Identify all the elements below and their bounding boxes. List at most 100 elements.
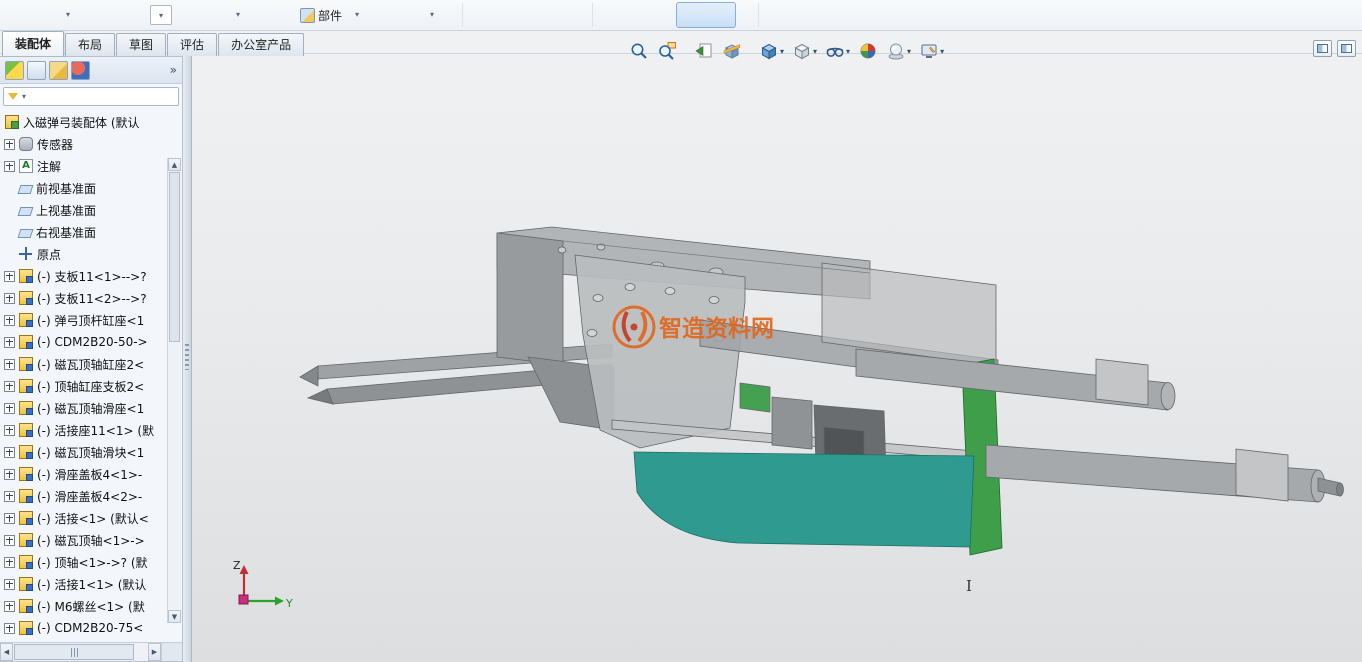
tree-root[interactable]: 入磁弹弓装配体 (默认 [4,111,166,133]
section-view-button[interactable] [720,39,744,63]
tree-item[interactable]: 原点 [4,243,166,265]
display-style-icon [792,41,812,61]
tab-evaluate[interactable]: 评估 [167,33,217,56]
feature-tree: 入磁弹弓装配体 (默认 传感器注解前视基准面上视基准面右视基准面原点(-) 支板… [0,109,182,642]
edit-appearance-button[interactable] [856,39,880,63]
tree-item[interactable]: (-) CDM2B20-50-> [4,331,166,353]
chevron-down-icon[interactable]: ▾ [430,10,434,19]
filter-bar[interactable]: ▾ [3,87,179,106]
insert-component-label[interactable]: 部件 [318,7,342,24]
tree-item[interactable]: (-) 顶杆活接<1 [4,639,166,642]
scroll-right-button[interactable]: ▶ [148,643,161,661]
expand-toggle-icon[interactable] [4,623,15,634]
hide-show-items-button[interactable]: ▾ [823,39,852,63]
tree-item[interactable]: (-) M6螺丝<1> (默 [4,595,166,617]
section-view-icon [722,41,742,61]
tree-item[interactable]: (-) 支板11<1>-->? [4,265,166,287]
expand-toggle-icon[interactable] [4,271,15,282]
tree-item-label: 前视基准面 [36,180,96,197]
tree-item[interactable]: (-) 磁瓦顶轴滑块<1 [4,441,166,463]
ribbon-dropdown[interactable]: ▾ [150,5,172,25]
tab-assembly[interactable]: 装配体 [2,31,64,56]
expand-toggle-icon[interactable] [4,161,15,172]
expand-toggle-icon[interactable] [4,381,15,392]
split-pane-left-button[interactable] [1313,40,1332,57]
previous-view-button[interactable] [692,39,716,63]
edit-appearance-icon [858,41,878,61]
component-icon [19,577,33,591]
tree-item[interactable]: (-) CDM2B20-75< [4,617,166,639]
filter-funnel-icon [8,93,18,100]
component-icon [19,621,33,635]
scroll-left-button[interactable]: ◀ [0,643,13,661]
view-settings-button[interactable]: ▾ [917,39,946,63]
ribbon-separator [758,3,759,27]
tree-item[interactable]: (-) 磁瓦顶轴缸座2< [4,353,166,375]
tree-item[interactable]: (-) 活接1<1> (默认 [4,573,166,595]
component-icon [19,269,33,283]
tree-item[interactable]: (-) 顶轴<1>->? (默 [4,551,166,573]
feature-tree-tab-icon[interactable] [5,61,24,80]
apply-scene-button[interactable]: ▾ [884,39,913,63]
expand-toggle-icon[interactable] [4,601,15,612]
graphics-viewport[interactable]: 智造资料网 Z Y [0,0,1362,662]
tree-item[interactable]: 注解 [4,155,166,177]
tree-vertical-scrollbar[interactable]: ▲ ▼ [167,158,181,623]
hide-show-items-icon [825,41,845,61]
expand-toggle-icon[interactable] [4,293,15,304]
expand-toggle-icon[interactable] [4,491,15,502]
panel-chevron-button[interactable]: » [170,63,177,77]
tree-item[interactable]: (-) 磁瓦顶轴滑座<1 [4,397,166,419]
expand-toggle-icon[interactable] [4,403,15,414]
component-icon [19,291,33,305]
expand-toggle-icon[interactable] [4,447,15,458]
tree-item[interactable]: (-) 滑座盖板4<1>- [4,463,166,485]
expand-toggle-icon[interactable] [4,337,15,348]
display-style-button[interactable]: ▾ [790,39,819,63]
tab-sketch[interactable]: 草图 [116,33,166,56]
tree-item[interactable]: 传感器 [4,133,166,155]
tree-item-label: 传感器 [37,136,73,153]
scroll-thumb[interactable] [169,172,180,342]
expand-toggle-icon[interactable] [4,513,15,524]
tab-office-products[interactable]: 办公室产品 [218,33,304,56]
expand-toggle-icon[interactable] [4,579,15,590]
tree-item[interactable]: (-) 活接座11<1> (默 [4,419,166,441]
expand-toggle-icon[interactable] [4,139,15,150]
split-pane-right-button[interactable] [1337,40,1356,57]
configuration-manager-tab-icon[interactable] [49,61,68,80]
component-icon [19,313,33,327]
zoom-area-button[interactable] [655,39,679,63]
zoom-fit-icon [629,41,649,61]
active-tool-button[interactable] [676,2,736,28]
expand-toggle-icon[interactable] [4,557,15,568]
scroll-thumb[interactable] [14,644,134,660]
chevron-down-icon[interactable]: ▾ [236,10,240,19]
scroll-track[interactable] [13,643,148,661]
expand-toggle-icon[interactable] [4,425,15,436]
chevron-down-icon[interactable]: ▾ [355,10,359,19]
tree-item[interactable]: (-) 弹弓顶杆缸座<1 [4,309,166,331]
scroll-up-button[interactable]: ▲ [168,158,181,171]
zoom-fit-button[interactable] [627,39,651,63]
expand-toggle-icon[interactable] [4,315,15,326]
appearance-manager-tab-icon[interactable] [71,61,90,80]
panel-splitter[interactable] [183,56,192,662]
tree-item[interactable]: (-) 活接<1> (默认< [4,507,166,529]
tab-layout[interactable]: 布局 [65,33,115,56]
property-manager-tab-icon[interactable] [27,61,46,80]
expand-toggle-icon[interactable] [4,359,15,370]
tree-horizontal-scrollbar[interactable]: ◀ ▶ [0,642,182,661]
expand-toggle-icon[interactable] [4,535,15,546]
tree-item[interactable]: 上视基准面 [4,199,166,221]
tree-item[interactable]: (-) 顶轴缸座支板2< [4,375,166,397]
tree-item[interactable]: (-) 支板11<2>-->? [4,287,166,309]
tree-item[interactable]: (-) 磁瓦顶轴<1>-> [4,529,166,551]
expand-toggle-icon[interactable] [4,469,15,480]
view-orientation-button[interactable]: ▾ [757,39,786,63]
scroll-down-button[interactable]: ▼ [168,610,181,623]
tree-item[interactable]: 右视基准面 [4,221,166,243]
tree-item[interactable]: 前视基准面 [4,177,166,199]
tree-item[interactable]: (-) 滑座盖板4<2>- [4,485,166,507]
chevron-down-icon[interactable]: ▾ [66,10,70,19]
